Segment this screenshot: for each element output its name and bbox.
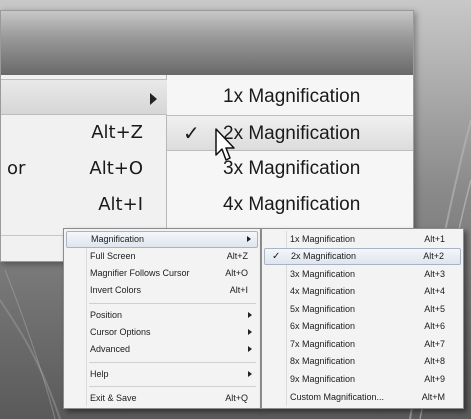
- menu-item-label: 7x Magnification: [290, 339, 356, 349]
- menu-item-label: 2x Magnification: [291, 251, 357, 261]
- menu-item-shortcut: Alt+6: [424, 321, 445, 331]
- menu-separator: [89, 303, 256, 304]
- submenu-item-6x[interactable]: 6x Magnification Alt+6: [264, 318, 461, 335]
- submenu-arrow-icon: [248, 329, 252, 335]
- submenu-arrow-icon: [150, 93, 157, 105]
- menu-item-shortcut: Alt+1: [424, 234, 445, 244]
- submenu-arrow-icon: [248, 371, 252, 377]
- menu-item-shortcut: Alt+4: [424, 286, 445, 296]
- menu-item-label: 5x Magnification: [290, 304, 356, 314]
- menu-item-shortcut: Alt+7: [424, 339, 445, 349]
- menu-separator: [89, 386, 256, 387]
- zoomed-item-label: 4x Magnification: [223, 194, 361, 215]
- menu-item-label: 8x Magnification: [290, 356, 356, 366]
- menu-item-exit-save[interactable]: Exit & Save Alt+Q: [66, 390, 258, 407]
- submenu-item-8x[interactable]: 8x Magnification Alt+8: [264, 353, 461, 370]
- submenu-item-9x[interactable]: 9x Magnification Alt+9: [264, 371, 461, 388]
- zoomed-menu-item-magnification: [1, 79, 167, 115]
- menu-item-shortcut: Alt+2: [423, 251, 444, 261]
- menu-item-label: Advanced: [90, 344, 131, 354]
- menu-item-full-screen[interactable]: Full Screen Alt+Z: [66, 248, 258, 265]
- menu-item-advanced[interactable]: Advanced: [66, 341, 258, 358]
- mouse-pointer-icon: [215, 128, 235, 161]
- submenu-item-2x[interactable]: ✓ 2x Magnification Alt+2: [264, 248, 461, 265]
- submenu-item-4x[interactable]: 4x Magnification Alt+4: [264, 283, 461, 300]
- menu-item-shortcut: Alt+Q: [225, 393, 248, 403]
- magnifier-context-menu: Magnification Full Screen Alt+Z Magnifie…: [63, 228, 261, 409]
- zoomed-item-label: 1x Magnification: [223, 86, 361, 107]
- zoomed-item-label: or: [7, 158, 26, 179]
- menu-item-shortcut: Alt+8: [424, 356, 445, 366]
- menu-item-label: Invert Colors: [90, 285, 142, 295]
- menu-item-shortcut: Alt+5: [424, 304, 445, 314]
- zoomed-submenu-item-4x: 4x Magnification: [167, 187, 413, 223]
- menu-item-label: Magnifier Follows Cursor: [90, 268, 190, 278]
- zoomed-menu-item-full-screen: Alt+Z: [1, 115, 167, 151]
- menu-item-shortcut: Alt+M: [421, 392, 445, 402]
- zoom-titlebar: [1, 11, 413, 75]
- zoomed-item-shortcut: Alt+Z: [91, 122, 143, 143]
- menu-item-follows-cursor[interactable]: Magnifier Follows Cursor Alt+O: [66, 265, 258, 282]
- menu-item-label: 3x Magnification: [290, 269, 356, 279]
- menu-item-magnification[interactable]: Magnification: [66, 231, 258, 248]
- menu-item-label: 1x Magnification: [290, 234, 356, 244]
- submenu-arrow-icon: [248, 312, 252, 318]
- menu-item-label: Help: [90, 369, 109, 379]
- magnifier-zoom-window: Alt+Z or Alt+O Alt+I 1x Magnification ✓ …: [0, 10, 414, 262]
- menu-item-shortcut: Alt+3: [424, 269, 445, 279]
- menu-item-shortcut: Alt+Z: [226, 251, 248, 261]
- menu-item-shortcut: Alt+I: [229, 285, 248, 295]
- zoomed-submenu-item-1x: 1x Magnification: [167, 79, 413, 115]
- menu-item-position[interactable]: Position: [66, 307, 258, 324]
- menu-item-label: Custom Magnification...: [290, 392, 385, 402]
- submenu-item-5x[interactable]: 5x Magnification Alt+5: [264, 301, 461, 318]
- submenu-item-3x[interactable]: 3x Magnification Alt+3: [264, 266, 461, 283]
- menu-item-invert-colors[interactable]: Invert Colors Alt+I: [66, 282, 258, 299]
- menu-item-shortcut: Alt+O: [225, 268, 248, 278]
- menu-item-label: Position: [90, 310, 123, 320]
- zoomed-menu-item-follows-cursor: or Alt+O: [1, 151, 167, 187]
- submenu-item-1x[interactable]: 1x Magnification Alt+1: [264, 231, 461, 248]
- zoomed-menu-item-invert-colors: Alt+I: [1, 187, 167, 223]
- submenu-arrow-icon: [248, 346, 252, 352]
- menu-item-label: 6x Magnification: [290, 321, 356, 331]
- menu-item-label: Full Screen: [90, 251, 136, 261]
- zoomed-item-shortcut: Alt+I: [98, 194, 143, 215]
- menu-item-label: Exit & Save: [90, 393, 137, 403]
- menu-item-label: 9x Magnification: [290, 374, 356, 384]
- menu-item-label: Magnification: [91, 234, 145, 244]
- magnification-submenu: 1x Magnification Alt+1 ✓ 2x Magnificatio…: [261, 228, 464, 409]
- zoomed-submenu-item-3x: 3x Magnification: [167, 151, 413, 187]
- zoomed-item-label: 2x Magnification: [223, 123, 361, 144]
- submenu-item-7x[interactable]: 7x Magnification Alt+7: [264, 336, 461, 353]
- zoomed-item-shortcut: Alt+O: [89, 158, 143, 179]
- checkmark-icon: ✓: [272, 251, 281, 262]
- zoomed-submenu-item-2x: ✓ 2x Magnification: [167, 115, 413, 151]
- menu-item-help[interactable]: Help: [66, 366, 258, 383]
- menu-item-cursor-options[interactable]: Cursor Options: [66, 324, 258, 341]
- checkmark-icon: ✓: [183, 123, 200, 145]
- submenu-arrow-icon: [247, 236, 251, 242]
- menu-item-shortcut: Alt+9: [424, 374, 445, 384]
- submenu-item-custom[interactable]: Custom Magnification... Alt+M: [264, 389, 461, 406]
- zoomed-item-label: 3x Magnification: [223, 158, 361, 179]
- menu-separator: [89, 362, 256, 363]
- menu-item-label: 4x Magnification: [290, 286, 356, 296]
- menu-item-label: Cursor Options: [90, 327, 151, 337]
